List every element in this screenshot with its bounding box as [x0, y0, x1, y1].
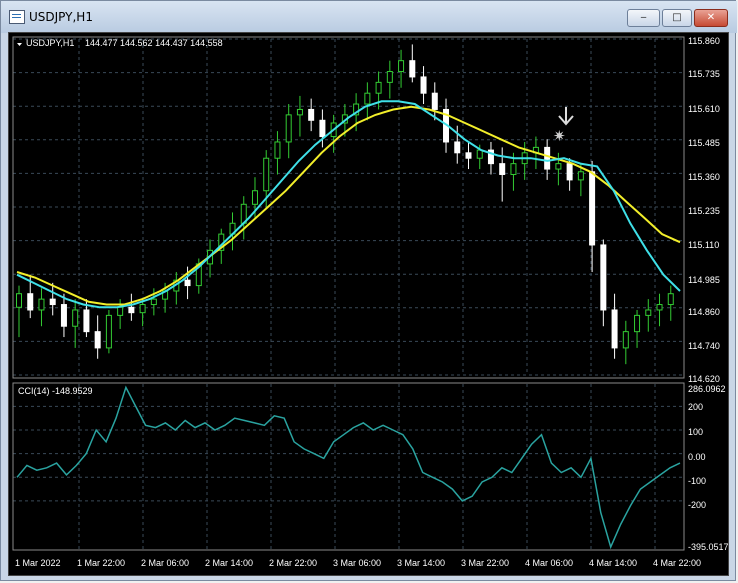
close-button[interactable]: ✕ — [694, 9, 728, 27]
candle-body — [555, 163, 562, 170]
candle-body — [510, 163, 517, 175]
window-title: USDJPY,H1 — [29, 10, 93, 24]
candle-body — [420, 76, 427, 94]
candle-body — [375, 81, 382, 94]
time-tick: 2 Mar 14:00 — [205, 558, 253, 568]
price-tick: 115.610 — [688, 104, 720, 114]
candle-body — [49, 298, 56, 306]
price-tick: 115.110 — [688, 240, 719, 250]
candle-body — [319, 119, 326, 138]
time-tick: 3 Mar 06:00 — [333, 558, 381, 568]
candle-body — [577, 171, 584, 181]
price-tick: 114.860 — [688, 307, 720, 317]
maximize-button[interactable]: □ — [662, 9, 692, 27]
candle-body — [431, 92, 438, 110]
chart-ohlc: 144.477 144.562 144.437 144.558 — [85, 38, 223, 48]
time-tick: 2 Mar 22:00 — [269, 558, 317, 568]
chart-symbol: USDJPY,H1 — [26, 38, 74, 48]
minimize-button[interactable]: ‒ — [627, 9, 660, 27]
candle-body — [60, 304, 67, 327]
candle-body — [94, 331, 101, 349]
cci-tick: 200 — [688, 402, 703, 412]
candle-body — [398, 60, 405, 73]
candle-body — [128, 306, 135, 314]
candle-body — [622, 331, 629, 349]
candle-body — [566, 163, 573, 181]
candle-body — [150, 298, 157, 306]
cci-tick: 0.00 — [688, 452, 706, 462]
candle-body — [72, 309, 79, 327]
star-icon: ✷ — [553, 128, 566, 145]
cci-tick: -100 — [688, 476, 706, 486]
cci-tick: -395.0517 — [688, 542, 728, 552]
time-tick: 3 Mar 14:00 — [397, 558, 445, 568]
candle-body — [499, 163, 506, 175]
candle-body — [251, 190, 258, 205]
price-tick: 114.985 — [688, 275, 720, 285]
candle-body — [409, 60, 416, 78]
candle-body — [611, 309, 618, 349]
candle-body — [645, 309, 652, 316]
candle-body — [308, 108, 315, 121]
candle-body — [667, 293, 674, 306]
candle-body — [263, 157, 270, 192]
candle-body — [16, 293, 22, 308]
candle-body — [465, 152, 472, 159]
chart-window-icon — [9, 10, 25, 24]
candle-body — [364, 92, 371, 105]
candle-body — [600, 244, 607, 311]
price-tick: 114.740 — [688, 341, 720, 351]
candle-body — [656, 304, 663, 311]
candle-body — [274, 141, 281, 159]
candle-body — [117, 306, 124, 316]
candle-body — [296, 108, 303, 116]
price-tick: 115.485 — [688, 138, 720, 148]
candle-body — [476, 149, 483, 159]
candle-body — [589, 171, 596, 246]
candle-body — [634, 314, 641, 333]
candle-body — [454, 141, 461, 154]
time-tick: 3 Mar 22:00 — [461, 558, 509, 568]
candle-body — [27, 293, 34, 311]
time-tick: 4 Mar 14:00 — [589, 558, 637, 568]
candle-body — [285, 114, 292, 143]
cci-label: CCI(14) -148.9529 — [18, 386, 93, 396]
candle-body — [184, 279, 191, 287]
candle-body — [544, 146, 551, 170]
candle-body — [38, 298, 45, 311]
time-tick: 4 Mar 06:00 — [525, 558, 573, 568]
price-tick: 114.620 — [688, 374, 720, 384]
candle-body — [83, 309, 90, 333]
cci-tick: 286.0962 — [688, 384, 726, 394]
time-tick: 1 Mar 22:00 — [77, 558, 125, 568]
time-axis: 1 Mar 2022 1 Mar 22:00 2 Mar 06:00 2 Mar… — [15, 558, 701, 568]
time-tick: 1 Mar 2022 — [15, 558, 61, 568]
terminal-window: USDJPY,H1 ‒ □ ✕ USDJPY,H1 144.477 144.56… — [0, 0, 737, 581]
price-tick: 115.735 — [688, 69, 720, 79]
time-tick: 4 Mar 22:00 — [653, 558, 701, 568]
candle-body — [139, 304, 146, 314]
price-tick: 115.360 — [688, 172, 720, 182]
chart-svg[interactable]: USDJPY,H1 144.477 144.562 144.437 144.55… — [9, 33, 729, 575]
title-bar[interactable]: USDJPY,H1 ‒ □ ✕ — [1, 1, 737, 33]
chart-area[interactable]: USDJPY,H1 144.477 144.562 144.437 144.55… — [8, 32, 729, 576]
candle-body — [105, 314, 112, 349]
candle-body — [386, 71, 393, 83]
cci-tick: -200 — [688, 500, 706, 510]
price-tick: 115.860 — [688, 36, 720, 46]
cci-tick: 100 — [688, 427, 703, 437]
time-tick: 2 Mar 06:00 — [141, 558, 189, 568]
price-tick: 115.235 — [688, 206, 720, 216]
